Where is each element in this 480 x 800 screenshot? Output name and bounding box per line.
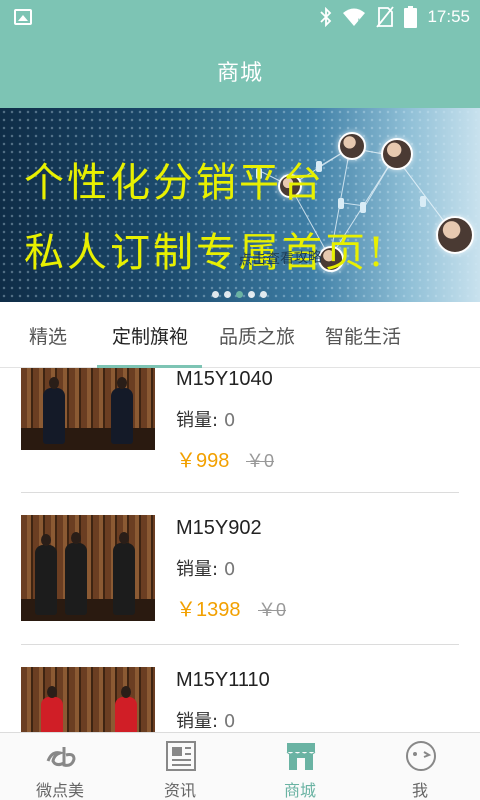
status-bar: ! 17:55	[0, 0, 480, 34]
model-figure	[65, 532, 87, 615]
nav-me[interactable]: 我	[360, 733, 480, 800]
wifi-icon: !	[343, 8, 366, 27]
tab-custom-qipao[interactable]: 定制旗袍	[112, 302, 188, 368]
page-title: 商城	[216, 61, 263, 86]
no-sim-icon	[376, 6, 395, 28]
battery-icon	[404, 6, 418, 28]
avatar	[436, 216, 474, 254]
category-tabs: 精选 定制旗袍 品质之旅 智能生活	[0, 302, 480, 368]
tab-quality-travel[interactable]: 品质之旅	[219, 302, 295, 368]
bluetooth-icon	[320, 7, 332, 27]
model-figure	[113, 532, 135, 615]
banner-hint: 点击查看攻略	[237, 249, 323, 269]
product-item[interactable]: M15Y902 销量: 0 ￥1398 ￥0	[0, 493, 480, 645]
banner-pager	[212, 291, 267, 298]
avatar	[381, 138, 413, 170]
pager-dot	[224, 291, 231, 298]
product-item[interactable]: M15Y1040 销量: 0 ￥998 ￥0	[0, 368, 480, 500]
product-original-price: ￥0	[258, 600, 287, 620]
model-figure	[43, 377, 65, 444]
bottom-nav: 微点美 资讯 商城 我	[0, 732, 480, 800]
nav-label: 我	[411, 781, 428, 800]
product-sales: 销量: 0	[176, 711, 236, 732]
product-name: M15Y902	[176, 517, 262, 539]
svg-text:!: !	[357, 18, 361, 27]
product-sales: 销量: 0	[176, 559, 236, 580]
banner-subheadline: 私人订制专属首页!	[24, 230, 388, 276]
product-price: ￥1398	[176, 599, 241, 621]
image-notification-icon	[14, 9, 32, 25]
pager-dot	[248, 291, 255, 298]
face-icon	[406, 741, 436, 771]
promo-banner[interactable]: ​ ​ ​ ​ ​ 个性化分销平台 私人订制专属首页! 点击查看攻略	[0, 108, 480, 302]
model-figure	[115, 686, 137, 732]
nav-label: 商城	[283, 781, 316, 800]
newspaper-icon	[166, 741, 196, 771]
model-figure	[35, 534, 57, 615]
banner-tag: ​	[338, 198, 344, 209]
nav-label: 资讯	[163, 781, 196, 800]
product-name: M15Y1110	[176, 669, 270, 691]
product-thumbnail	[21, 368, 155, 450]
pager-dot	[212, 291, 219, 298]
product-sales: 销量: 0	[176, 410, 236, 431]
banner-headline: 个性化分销平台	[24, 160, 325, 206]
status-time: 17:55	[427, 7, 470, 26]
product-name: M15Y1040	[176, 368, 273, 390]
shop-icon	[286, 743, 316, 770]
nav-weidianmei[interactable]: 微点美	[0, 733, 120, 800]
tab-smart-life[interactable]: 智能生活	[325, 302, 401, 368]
nav-news[interactable]: 资讯	[120, 733, 240, 800]
weidianmei-logo-icon	[46, 747, 76, 767]
product-thumbnail	[21, 667, 155, 732]
product-thumbnail	[21, 515, 155, 621]
product-original-price: ￥0	[246, 451, 275, 471]
nav-shop[interactable]: 商城	[240, 733, 360, 800]
pager-dot-active	[236, 291, 243, 298]
model-figure	[111, 377, 133, 444]
model-figure	[41, 686, 63, 732]
tab-selected[interactable]: 精选	[29, 302, 67, 368]
product-list[interactable]: M15Y1040 销量: 0 ￥998 ￥0 M15Y902 销量: 0 ￥13…	[0, 368, 480, 732]
app-root: ! 17:55 商城 个性化分销平台 私人订制专属首页! 点击查看攻略 精选 定…	[0, 0, 480, 800]
status-icons: ! 17:55	[320, 6, 470, 28]
product-item[interactable]: M15Y1110 销量: 0	[0, 645, 480, 732]
banner-tag: ​	[360, 202, 366, 213]
nav-label: 微点美	[35, 781, 84, 800]
app-bar: 商城	[0, 34, 480, 108]
product-price: ￥998	[176, 450, 230, 472]
banner-tag: ​	[420, 196, 426, 207]
pager-dot	[260, 291, 267, 298]
avatar	[338, 132, 366, 160]
